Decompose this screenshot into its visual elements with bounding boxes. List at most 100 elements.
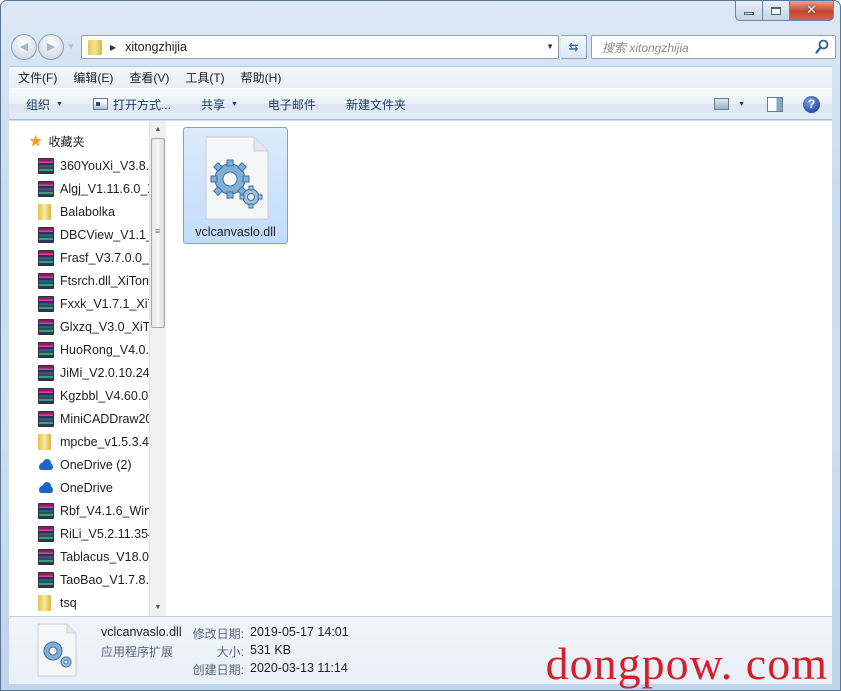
address-bar[interactable]: ▶ xitongzhijia ▼ xyxy=(81,35,559,59)
organize-button[interactable]: 组织 ▼ xyxy=(9,89,72,119)
maximize-icon xyxy=(771,6,781,15)
nav-item[interactable]: mpcbe_v1.5.3.4 xyxy=(9,430,149,453)
nav-item[interactable]: DBCView_V1.1_X xyxy=(9,223,149,246)
rar-archive-icon xyxy=(38,548,54,565)
rar-archive-icon xyxy=(38,525,54,542)
rar-archive-icon xyxy=(38,502,54,519)
file-list-area[interactable]: vclcanvaslo.dll xyxy=(166,121,832,616)
menu-file[interactable]: 文件(F) xyxy=(18,69,57,86)
nav-item[interactable]: Balabolka xyxy=(9,200,149,223)
nav-item[interactable]: Frasf_V3.7.0.0_X xyxy=(9,246,149,269)
minimize-icon xyxy=(744,11,754,15)
open-with-button[interactable]: 打开方式... xyxy=(84,89,180,119)
folder-icon xyxy=(38,433,51,450)
nav-item-label: HuoRong_V4.0. xyxy=(60,342,149,357)
nav-item-label: tsq xyxy=(60,595,77,610)
share-button[interactable]: 共享 ▼ xyxy=(192,89,247,119)
nav-item-label: RiLi_V5.2.11.354 xyxy=(60,526,149,541)
recent-pages-dropdown[interactable]: ▼ xyxy=(67,42,75,51)
scrollbar-thumb[interactable]: ≡ xyxy=(151,138,165,328)
nav-item[interactable]: HuoRong_V4.0. xyxy=(9,338,149,361)
change-view-icon[interactable] xyxy=(714,98,730,110)
dll-gear-file-icon xyxy=(205,136,269,220)
back-arrow-icon: ◀ xyxy=(19,41,29,53)
search-icon[interactable] xyxy=(815,39,829,55)
nav-item-label: MiniCADDraw20 xyxy=(60,411,149,426)
rar-archive-icon xyxy=(38,571,54,588)
nav-item-label: Algj_V1.11.6.0_X xyxy=(60,181,149,196)
new-folder-button[interactable]: 新建文件夹 xyxy=(337,89,415,119)
back-button[interactable]: ◀ xyxy=(11,34,37,60)
forward-button[interactable]: ▶ xyxy=(38,34,64,60)
nav-item-label: Ftsrch.dll_XiTon xyxy=(60,273,149,288)
menu-help[interactable]: 帮助(H) xyxy=(241,69,282,86)
nav-item[interactable]: Tablacus_V18.0 xyxy=(9,545,149,568)
nav-item-label: JiMi_V2.0.10.24_ xyxy=(60,365,149,380)
rar-archive-icon xyxy=(38,180,54,197)
search-input[interactable]: 搜索 xitongzhijia xyxy=(591,35,836,59)
scroll-down-arrow-icon[interactable]: ▼ xyxy=(150,599,166,616)
breadcrumb-item[interactable]: xitongzhijia xyxy=(125,40,187,54)
nav-item[interactable]: Fxxk_V1.7.1_XiT xyxy=(9,292,149,315)
explorer-window: ✕ ◀ ▶ ▼ ▶ xitongzhijia ▼ ⇆ 搜索 xitongzhij… xyxy=(0,0,841,691)
created-date-value: 2020-03-13 11:14 xyxy=(250,661,348,675)
nav-item[interactable]: JiMi_V2.0.10.24_ xyxy=(9,361,149,384)
menu-bar: 文件(F) 编辑(E) 查看(V) 工具(T) 帮助(H) xyxy=(9,66,832,88)
nav-item[interactable]: Ftsrch.dll_XiTon xyxy=(9,269,149,292)
menu-view[interactable]: 查看(V) xyxy=(129,69,169,86)
nav-item-label: Balabolka xyxy=(60,204,115,219)
grip-icon: ≡ xyxy=(155,226,161,236)
maximize-button[interactable] xyxy=(763,1,790,21)
nav-item[interactable]: Rbf_V4.1.6_Win8 xyxy=(9,499,149,522)
folder-icon xyxy=(88,39,102,55)
organize-label: 组织 xyxy=(26,97,51,112)
scroll-up-arrow-icon[interactable]: ▲ xyxy=(150,121,166,138)
nav-item[interactable]: OneDrive xyxy=(9,476,149,499)
nav-item[interactable]: Kgzbbl_V4.60.0 xyxy=(9,384,149,407)
email-button[interactable]: 电子邮件 xyxy=(259,89,325,119)
menu-tools[interactable]: 工具(T) xyxy=(185,69,224,86)
favorites-label: 收藏夹 xyxy=(48,134,85,149)
nav-item-label: OneDrive (2) xyxy=(60,457,132,472)
created-date-label: 创建日期: xyxy=(192,663,244,677)
nav-item[interactable]: Algj_V1.11.6.0_X xyxy=(9,177,149,200)
size-label: 大小: xyxy=(216,645,244,659)
nav-item-label: Tablacus_V18.0 xyxy=(60,549,149,564)
refresh-button[interactable]: ⇆ xyxy=(561,35,587,59)
address-dropdown-icon[interactable]: ▼ xyxy=(546,42,554,51)
open-with-label: 打开方式... xyxy=(112,97,171,112)
nav-item[interactable]: MiniCADDraw20 xyxy=(9,407,149,430)
favorites-item[interactable]: ★ 收藏夹 xyxy=(9,130,149,152)
folder-icon xyxy=(38,203,51,220)
nav-item[interactable]: Glxzq_V3.0_XiTo xyxy=(9,315,149,338)
nav-item[interactable]: OneDrive (2) xyxy=(9,453,149,476)
rar-archive-icon xyxy=(38,295,54,312)
onedrive-cloud-icon xyxy=(38,457,54,473)
menu-edit[interactable]: 编辑(E) xyxy=(73,69,113,86)
close-button[interactable]: ✕ xyxy=(790,1,834,21)
onedrive-cloud-icon xyxy=(38,480,54,496)
preview-pane-icon[interactable] xyxy=(767,96,783,112)
nav-item-label: TaoBao_V1.7.8. xyxy=(60,572,149,587)
rar-archive-icon xyxy=(38,364,54,381)
open-with-icon xyxy=(92,98,108,110)
dll-gear-file-icon xyxy=(37,623,77,677)
help-icon[interactable]: ? xyxy=(803,95,820,113)
rar-archive-icon xyxy=(38,249,54,266)
nav-item[interactable]: tsq xyxy=(9,591,149,614)
nav-item-label: Glxzq_V3.0_XiTo xyxy=(60,319,149,334)
nav-item-label: 360YouXi_V3.8.7 xyxy=(60,158,149,173)
toolbar-right-group: ▼ ? xyxy=(714,89,820,119)
breadcrumb-chevron-icon[interactable]: ▶ xyxy=(110,43,116,52)
file-item-selected[interactable]: vclcanvaslo.dll xyxy=(183,127,288,244)
close-icon: ✕ xyxy=(806,3,817,18)
minimize-button[interactable] xyxy=(735,1,763,21)
size-value: 531 KB xyxy=(250,643,292,657)
nav-item[interactable]: 360YouXi_V3.8.7 xyxy=(9,154,149,177)
nav-item[interactable]: RiLi_V5.2.11.354 xyxy=(9,522,149,545)
modified-date-label: 修改日期: xyxy=(192,627,244,641)
view-options-dropdown-icon[interactable]: ▼ xyxy=(738,101,745,108)
navigation-pane-scrollbar[interactable]: ▲ ≡ ▼ xyxy=(149,121,166,616)
nav-item[interactable]: TaoBao_V1.7.8. xyxy=(9,568,149,591)
navigation-pane: ★ 收藏夹 360YouXi_V3.8.7 Algj_V1.11.6.0_X B… xyxy=(9,121,164,616)
